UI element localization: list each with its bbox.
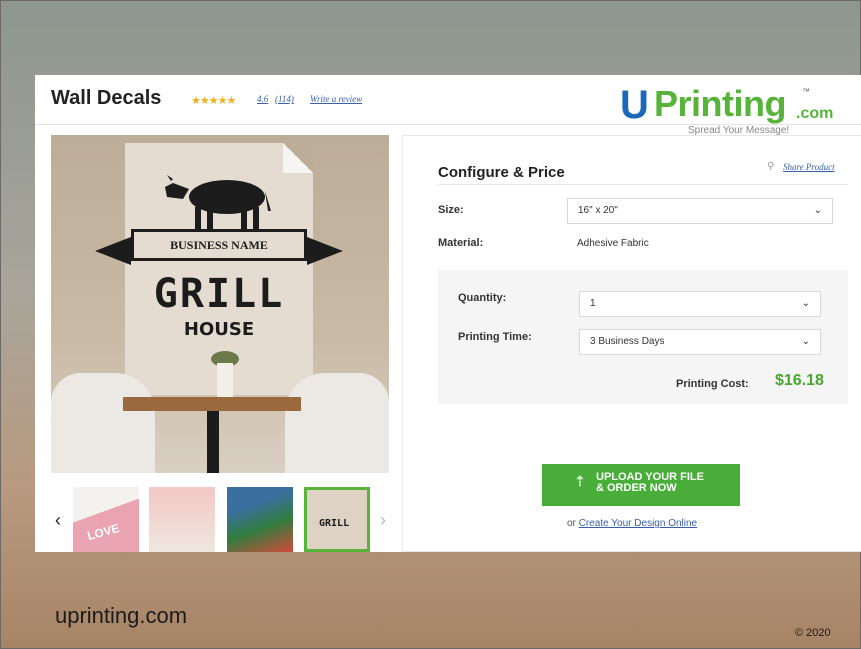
upload-order-button[interactable]: ⇡ UPLOAD YOUR FILE & ORDER NOW (542, 464, 740, 506)
logo-trademark: ™ (802, 87, 810, 96)
logo-u: U (620, 83, 649, 127)
size-label: Size: (438, 204, 464, 216)
printing-cost-label: Printing Cost: (676, 378, 749, 390)
upload-button-line2: & ORDER NOW (596, 482, 677, 494)
copyright: © 2020 (795, 627, 831, 639)
right-chair (285, 373, 389, 473)
share-icon[interactable]: ⚲ (767, 161, 774, 172)
review-count-link[interactable]: (114) (275, 94, 294, 104)
quantity-select[interactable]: 1 ⌄ (579, 291, 821, 317)
material-value: Adhesive Fabric (577, 238, 649, 249)
quantity-value: 1 (590, 298, 596, 309)
rating-stars-icon: ★★★★★ (191, 95, 236, 107)
table-leg (207, 411, 219, 473)
printing-time-select[interactable]: 3 Business Days ⌄ (579, 329, 821, 355)
quantity-label: Quantity: (458, 292, 507, 304)
create-design-row: or Create Your Design Online (567, 518, 697, 529)
thumbnail-2[interactable] (149, 487, 215, 552)
chevron-down-icon: ⌄ (801, 336, 810, 347)
table-top (123, 397, 301, 411)
product-main-image[interactable]: BUSINESS NAME GRILL HOUSE (51, 135, 389, 473)
thumbnail-3[interactable] (227, 487, 293, 552)
chevron-down-icon: ⌄ (813, 205, 822, 216)
thumbnail-next-icon[interactable]: › (380, 510, 386, 531)
slide-frame: Wall Decals ★★★★★ 4.6 (114) Write a revi… (0, 0, 861, 649)
design-prefix: or (567, 518, 576, 529)
configure-price-panel: Configure & Price ⚲ Share Product Size: … (402, 135, 861, 552)
banner-text: BUSINESS NAME (134, 232, 304, 258)
decal-house-text: HOUSE (183, 319, 255, 340)
thumbnail-4-selected[interactable]: GRILL (304, 487, 370, 552)
product-title: Wall Decals (51, 87, 162, 109)
product-header: Wall Decals ★★★★★ 4.6 (114) Write a revi… (35, 75, 861, 136)
thumbnail-prev-icon[interactable]: ‹ (55, 510, 61, 531)
business-name-banner: BUSINESS NAME (95, 229, 343, 265)
size-select[interactable]: 16" x 20" ⌄ (567, 198, 833, 224)
thumbnail-1[interactable]: LOVE (73, 487, 139, 552)
decal-peel-corner (283, 143, 313, 173)
upload-arrow-icon: ⇡ (574, 473, 586, 489)
printing-time-label: Printing Time: (458, 331, 532, 343)
size-value: 16" x 20" (578, 205, 618, 216)
divider (438, 184, 848, 185)
vase (217, 363, 233, 397)
create-design-link[interactable]: Create Your Design Online (579, 518, 697, 529)
decal-grill-text: GRILL (153, 271, 285, 317)
thumbnail-1-text: LOVE (85, 521, 121, 543)
site-caption: uprinting.com (55, 603, 188, 628)
printing-time-value: 3 Business Days (590, 336, 665, 347)
chevron-down-icon: ⌄ (801, 298, 810, 309)
rating-value-link[interactable]: 4.6 (257, 94, 268, 104)
logo-printing: Printing (654, 83, 786, 124)
printing-cost-value: $16.18 (775, 372, 824, 389)
left-chair (51, 373, 155, 473)
material-label: Material: (438, 237, 484, 249)
configure-title: Configure & Price (438, 164, 565, 181)
write-review-link[interactable]: Write a review (310, 94, 362, 104)
uprinting-logo[interactable]: U Printing ™ .com Spread Your Message! (620, 81, 850, 141)
share-product-link[interactable]: Share Product (783, 162, 835, 172)
screenshot-area: Wall Decals ★★★★★ 4.6 (114) Write a revi… (35, 75, 861, 552)
logo-com: .com (796, 105, 834, 122)
thumbnail-4-text: GRILL (319, 518, 350, 529)
